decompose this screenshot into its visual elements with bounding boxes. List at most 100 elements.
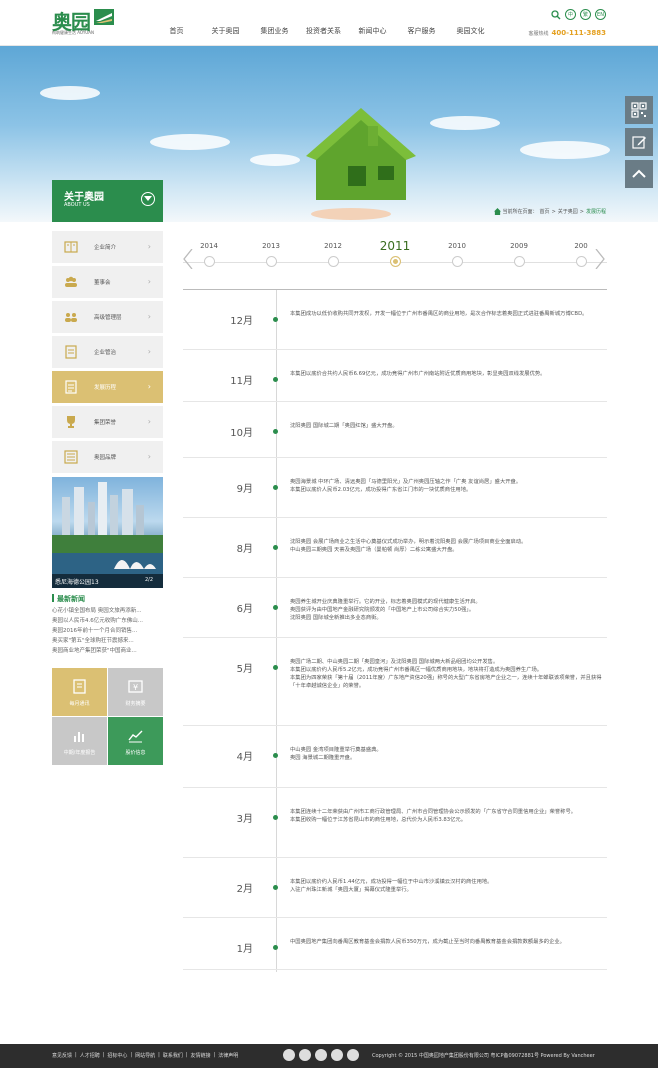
year-tab[interactable]: 2011	[375, 239, 415, 253]
year-dot[interactable]	[327, 256, 339, 267]
sidebar-item-label: 集团荣誉	[94, 420, 117, 426]
star-icon[interactable]	[315, 1049, 327, 1061]
lang-simplified-button[interactable]: 中	[565, 9, 576, 20]
sidebar-item[interactable]: 奥园品牌 ›	[52, 441, 163, 473]
hotline-number: 400-111-3883	[551, 29, 606, 37]
month-entry: 10月 沈阳奥园 国际城二期「奥园红馆」盛大开盘。	[183, 402, 607, 458]
photo-caption: 悉尼海德公园13	[55, 579, 99, 586]
news-item[interactable]: 奥园2016年前十一个月合同销售...	[52, 626, 163, 636]
footer-link[interactable]: 招标中心	[107, 1052, 127, 1059]
nav-item[interactable]: 新闻中心	[348, 26, 397, 36]
sidebar-subtitle: ABOUT US	[64, 202, 90, 208]
month-dot	[273, 665, 278, 670]
breadcrumb-about[interactable]: 关于奥园	[558, 208, 578, 215]
footer-link[interactable]: 联系我们	[163, 1052, 183, 1059]
next-year-arrow-icon[interactable]	[595, 249, 605, 269]
cloud	[40, 86, 100, 100]
year-navigation: 2014 2013 2012 2011 2010 2009 200	[183, 236, 607, 270]
news-item[interactable]: 奥园以人民币4.6亿元收购广东佛山...	[52, 616, 163, 626]
month-label: 12月	[230, 316, 253, 327]
year-tab[interactable]: 200	[561, 242, 601, 250]
logo[interactable]: 奥园 构筑健康生活 AOYUAN	[52, 6, 122, 40]
month-dot	[273, 429, 278, 434]
year-dot[interactable]	[265, 256, 277, 267]
footer-link[interactable]: 人才招聘	[80, 1052, 100, 1059]
sidebar-item[interactable]: 企业管治 ›	[52, 336, 163, 368]
year-dot[interactable]	[575, 256, 587, 267]
qr-code-button[interactable]	[625, 96, 653, 124]
featured-photo[interactable]: 悉尼海德公园13 2/2	[52, 477, 163, 588]
photo-caption-bar: 悉尼海德公园13 2/2	[52, 574, 163, 588]
quick-tile[interactable]: 每月通讯	[52, 668, 107, 716]
news-item[interactable]: 奥园商业地产集团荣获"中国商业...	[52, 646, 163, 656]
footer-link-sep: |	[185, 1052, 188, 1058]
footer-link[interactable]: 网站导航	[135, 1052, 155, 1059]
month-text-line: 本集团以底价约人民币1.44亿元，成功投得一幅位于中山市沙溪镇云汉村的商住用地。	[290, 879, 493, 885]
year-dot[interactable]	[203, 256, 215, 267]
back-to-top-button[interactable]	[625, 160, 653, 188]
nav-item[interactable]: 关于奥园	[201, 26, 250, 36]
year-tab[interactable]: 2014	[189, 242, 229, 250]
sidebar-toggle-button[interactable]	[141, 192, 155, 206]
year-tab[interactable]: 2013	[251, 242, 291, 250]
home-icon	[493, 208, 501, 215]
year-dot[interactable]	[513, 256, 525, 267]
month-text-line: 本集团以底价约人民币5.2亿元，成功竞得广州市番禺区一幅优质商用地块，地块将打造…	[290, 667, 543, 673]
lang-english-button[interactable]: EN	[595, 9, 606, 20]
history-icon	[65, 380, 77, 394]
month-entry: 3月 本集团连续十二年荣获由广州市工商行政管理局、广州市合同管理协会公示颁发的「广…	[183, 788, 607, 858]
quick-tile[interactable]: 股价信息	[108, 717, 163, 765]
month-entry: 11月 本集团以底价合共约人民币6.69亿元，成功竞得广州市广州南站附近优质商用地…	[183, 350, 607, 402]
month-label: 11月	[230, 376, 253, 387]
wechat-icon[interactable]	[299, 1049, 311, 1061]
breadcrumb-home[interactable]: 首页	[540, 208, 550, 215]
photo-pager[interactable]: 2/2	[145, 577, 153, 583]
sidebar-item[interactable]: 集团荣誉 ›	[52, 406, 163, 438]
nav-item[interactable]: 客户服务	[397, 26, 446, 36]
quick-tile[interactable]: 中期/年度报告	[52, 717, 107, 765]
footer-link[interactable]: 友情链接	[191, 1052, 211, 1059]
news-item[interactable]: 奥买家"第五"全球购狂节震撼来...	[52, 636, 163, 646]
prev-year-arrow-icon[interactable]	[183, 249, 193, 269]
footer-link-sep: |	[130, 1052, 133, 1058]
year-tab[interactable]: 2009	[499, 242, 539, 250]
month-text: 沈阳奥园 会展广场商业之生活中心奠基仪式成功举办，明示着沈阳奥园 会展广场项目商…	[290, 538, 608, 554]
qq-icon[interactable]	[331, 1049, 343, 1061]
chevron-right-icon: ›	[147, 277, 151, 286]
lang-traditional-button[interactable]: 繁	[580, 9, 591, 20]
weibo-icon[interactable]	[283, 1049, 295, 1061]
sidebar-item[interactable]: 企业简介 ›	[52, 231, 163, 263]
year-dot[interactable]	[389, 256, 401, 267]
month-dot	[273, 885, 278, 890]
month-entry: 4月 中山奥园 金湾项目隆重举行奠基盛典。 奥园 海景城二期隆重开盘。	[183, 726, 607, 788]
month-label: 10月	[230, 428, 253, 439]
month-entry: 8月 沈阳奥园 会展广场商业之生活中心奠基仪式成功举办，明示着沈阳奥园 会展广场项…	[183, 518, 607, 578]
cloud	[430, 116, 500, 130]
feedback-button[interactable]	[625, 128, 653, 156]
news-item[interactable]: 心花小镇全国布局 奥园文旅再添新...	[52, 606, 163, 616]
year-tab[interactable]: 2012	[313, 242, 353, 250]
footer-link[interactable]: 意见反馈	[52, 1052, 72, 1059]
sidebar-item[interactable]: 发展历程 ›	[52, 371, 163, 403]
hotline-label: 客服热线	[528, 31, 549, 37]
sidebar-menu: 企业简介 › 董事会 › 高级管理层 › 企业管治 › 发展历程 › 集团荣誉 › 奥园品牌 ›	[52, 231, 163, 476]
nav-item[interactable]: 首页	[152, 26, 201, 36]
year-dot[interactable]	[451, 256, 463, 267]
nav-item[interactable]: 投资者关系	[299, 26, 348, 36]
sidebar-item[interactable]: 董事会 ›	[52, 266, 163, 298]
footer-link[interactable]: 法律声明	[218, 1052, 238, 1059]
sidebar-item-label: 高级管理层	[94, 315, 122, 321]
nav-item[interactable]: 集团业务	[250, 26, 299, 36]
chevron-right-icon: ›	[147, 382, 151, 391]
nav-item[interactable]: 奥园文化	[446, 26, 495, 36]
month-label: 6月	[236, 604, 253, 615]
month-text: 沈阳奥园 国际城二期「奥园红馆」盛大开盘。	[290, 422, 608, 430]
month-text-line: 沈阳奥园 会展广场商业之生活中心奠基仪式成功举办，明示着沈阳奥园 会展广场项目商…	[290, 539, 527, 545]
year-tab[interactable]: 2010	[437, 242, 477, 250]
sidebar-item[interactable]: 高级管理层 ›	[52, 301, 163, 333]
brand-icon	[64, 450, 78, 464]
month-dot	[273, 317, 278, 322]
search-icon[interactable]	[551, 9, 561, 20]
rss-icon[interactable]	[347, 1049, 359, 1061]
quick-tile[interactable]: ¥ 财务摘要	[108, 668, 163, 716]
